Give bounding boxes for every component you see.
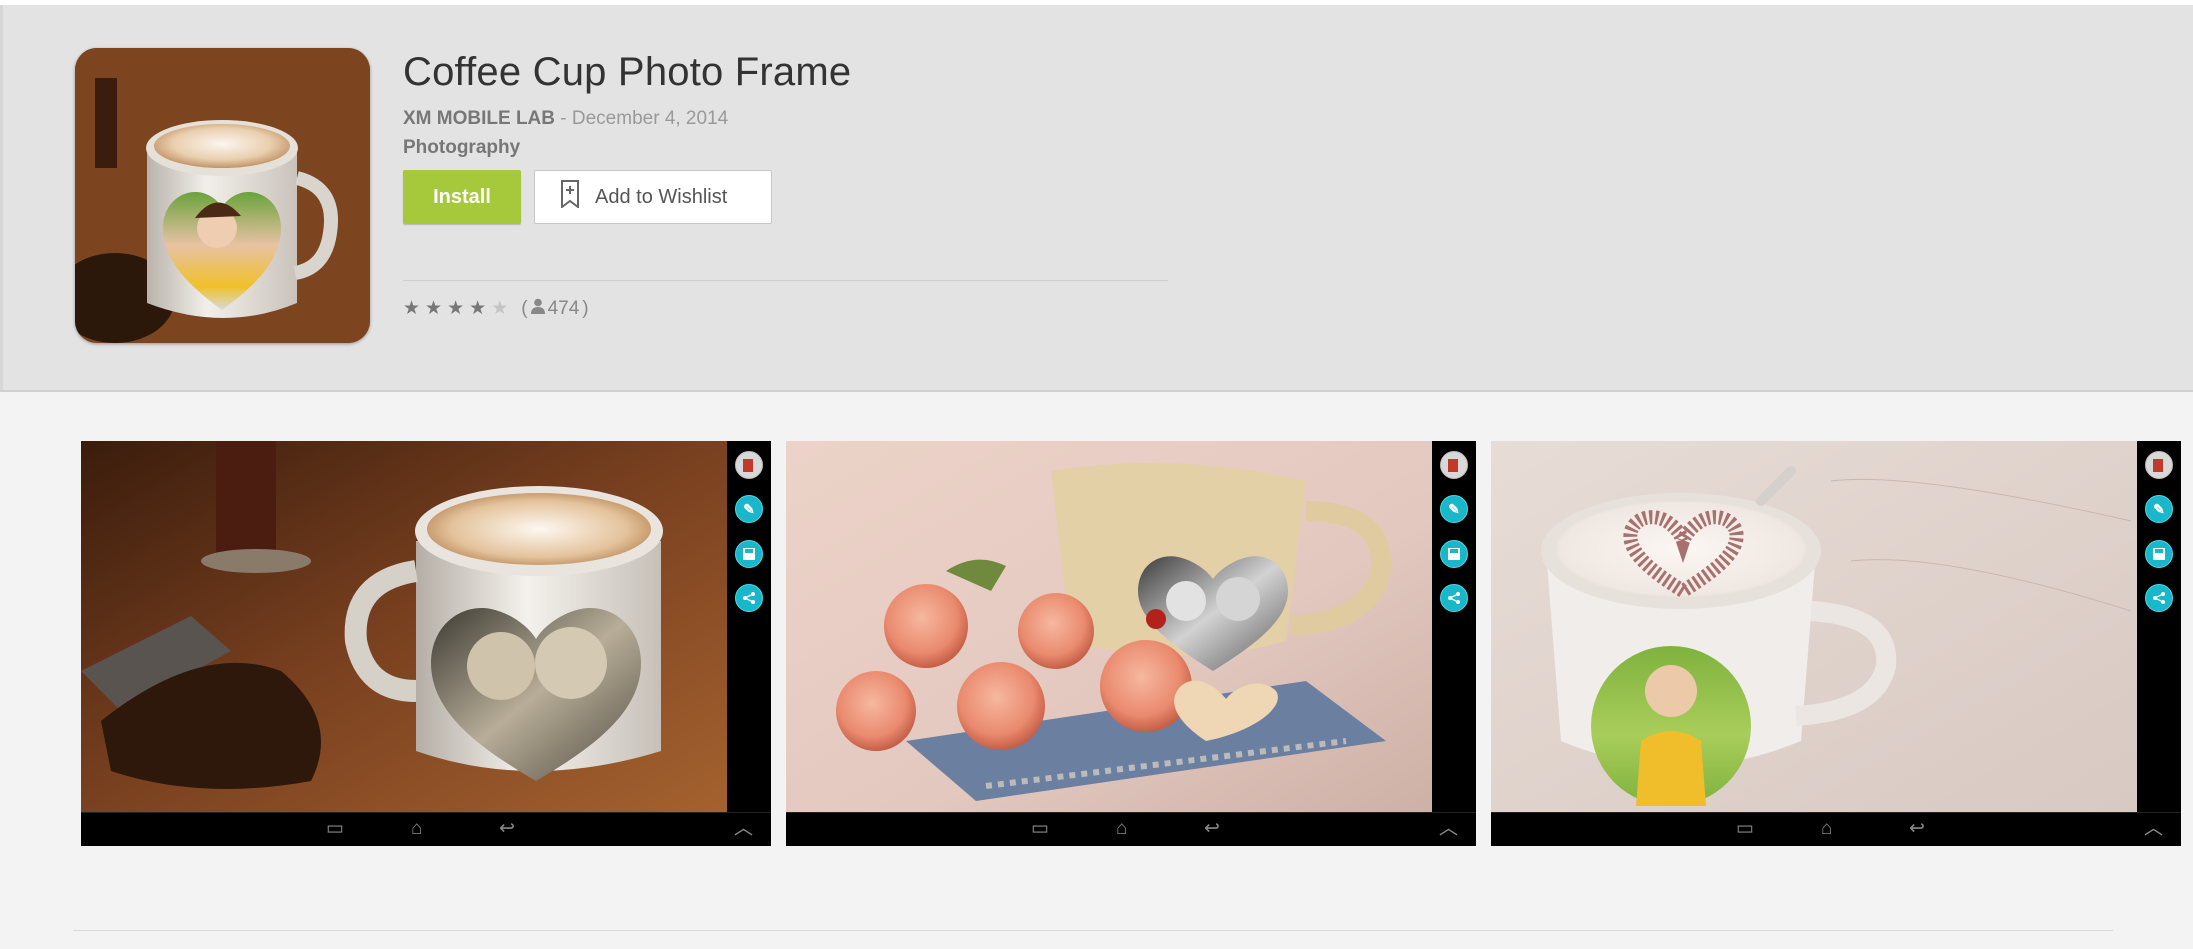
recent-apps-icon[interactable]: ▭ xyxy=(1031,819,1049,839)
share-icon[interactable] xyxy=(735,584,763,612)
rating-count: ( 474) xyxy=(521,298,588,320)
app-info: Coffee Cup Photo Frame XM MOBILE LAB - D… xyxy=(403,45,1203,161)
chevron-up-icon[interactable]: ︿ xyxy=(734,819,753,839)
install-button[interactable]: Install xyxy=(403,170,521,224)
android-navbar: ▭ ⌂ ↩ ︿ xyxy=(786,812,1476,846)
action-buttons: Install Add to Wishlist xyxy=(403,170,772,224)
app-icon xyxy=(75,48,370,343)
rating-count-value: 474 xyxy=(547,298,580,319)
person-icon xyxy=(530,298,545,320)
cup-icon[interactable] xyxy=(2145,451,2173,479)
category-link[interactable]: Photography xyxy=(403,135,1203,161)
rating-count-close: ) xyxy=(582,298,589,319)
screenshot-2[interactable]: ✎ ▭ ⌂ ↩ ︿ xyxy=(786,441,1476,846)
cup-icon[interactable] xyxy=(735,451,763,479)
rating-count-open: ( xyxy=(521,298,528,319)
developer-link[interactable]: XM MOBILE LAB xyxy=(403,108,555,129)
recent-apps-icon[interactable]: ▭ xyxy=(1736,819,1754,839)
android-navbar: ▭ ⌂ ↩ ︿ xyxy=(81,812,771,846)
star-icon-filled: ★ xyxy=(425,298,443,319)
screenshot-image xyxy=(81,441,727,813)
star-icon-filled: ★ xyxy=(447,298,465,319)
left-edge xyxy=(0,5,3,390)
screenshot-3[interactable]: ✎ ▭ ⌂ ↩ ︿ xyxy=(1491,441,2181,846)
home-icon[interactable]: ⌂ xyxy=(1821,819,1832,839)
star-icon-filled: ★ xyxy=(403,298,421,319)
meta-separator: - xyxy=(555,108,572,129)
screenshot-1[interactable]: ✎ ▭ ⌂ ↩ ︿ xyxy=(81,441,771,846)
app-header: Coffee Cup Photo Frame XM MOBILE LAB - D… xyxy=(0,5,2193,392)
save-icon[interactable] xyxy=(735,540,763,568)
recent-apps-icon[interactable]: ▭ xyxy=(326,819,344,839)
brush-icon[interactable]: ✎ xyxy=(735,495,763,523)
chevron-up-icon[interactable]: ︿ xyxy=(2144,819,2163,839)
app-title: Coffee Cup Photo Frame xyxy=(403,50,852,94)
editor-sidebar: ✎ xyxy=(727,441,771,813)
section-divider xyxy=(73,930,2113,931)
home-icon[interactable]: ⌂ xyxy=(411,819,422,839)
save-icon[interactable] xyxy=(1440,540,1468,568)
chevron-up-icon[interactable]: ︿ xyxy=(1439,819,1458,839)
brush-icon[interactable]: ✎ xyxy=(1440,495,1468,523)
release-date: December 4, 2014 xyxy=(571,108,729,129)
star-icon-empty: ★ xyxy=(491,298,509,319)
screenshot-image xyxy=(1491,441,2137,813)
wishlist-label: Add to Wishlist xyxy=(595,185,728,208)
rating-summary: ★ ★ ★ ★ ★ ( 474) xyxy=(403,298,589,320)
screenshot-image xyxy=(786,441,1432,813)
app-meta: XM MOBILE LAB - December 4, 2014 xyxy=(403,107,1203,131)
bookmark-plus-icon xyxy=(561,180,579,214)
save-icon[interactable] xyxy=(2145,540,2173,568)
editor-sidebar: ✎ xyxy=(2137,441,2181,813)
android-navbar: ▭ ⌂ ↩ ︿ xyxy=(1491,812,2181,846)
editor-sidebar: ✎ xyxy=(1432,441,1476,813)
add-to-wishlist-button[interactable]: Add to Wishlist xyxy=(534,170,772,224)
share-icon[interactable] xyxy=(1440,584,1468,612)
star-icon-filled: ★ xyxy=(469,298,487,319)
share-icon[interactable] xyxy=(2145,584,2173,612)
back-icon[interactable]: ↩ xyxy=(1909,819,1925,839)
header-divider xyxy=(403,280,1168,281)
back-icon[interactable]: ↩ xyxy=(1204,819,1220,839)
cup-icon[interactable] xyxy=(1440,451,1468,479)
back-icon[interactable]: ↩ xyxy=(499,819,515,839)
brush-icon[interactable]: ✎ xyxy=(2145,495,2173,523)
home-icon[interactable]: ⌂ xyxy=(1116,819,1127,839)
